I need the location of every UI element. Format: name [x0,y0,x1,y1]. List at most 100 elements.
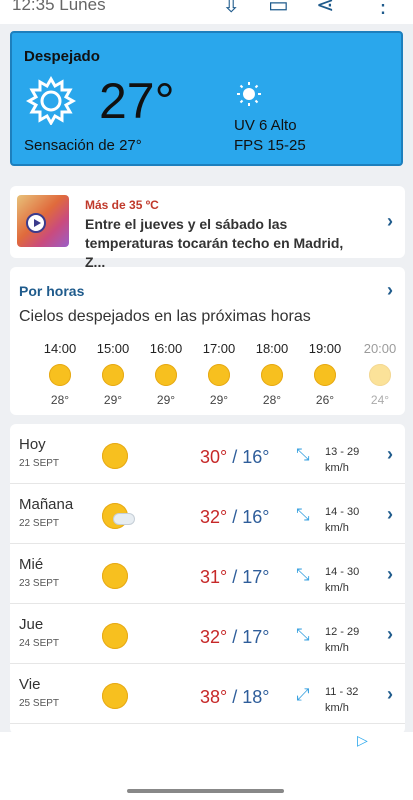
wind-speed: 14 - 30 km/h [325,566,360,594]
sun-icon [314,364,336,386]
hourly-title: Por horas [19,283,85,299]
fps-value: FPS 15-25 [234,137,306,154]
hour-time: 18:00 [255,341,289,356]
top-bar: 12:35 Lunes ⇩ ▭ ⋖ ⋮ [0,0,413,24]
sun-icon [102,563,128,589]
play-icon [26,213,46,233]
chevron-right-icon[interactable]: › [387,504,393,525]
hourly-strip[interactable]: 14:00 28° 15:00 29° 16:00 29° 17:00 29° … [10,341,405,413]
day-temps: 31° / 17° [200,567,270,587]
sun-icon [102,623,128,649]
sun-icon [102,683,128,709]
home-indicator[interactable] [127,789,284,793]
max-temp: 32° [200,627,228,647]
sun-icon [155,364,177,386]
news-tag: Más de 35 ºC [85,198,159,212]
min-temp: 16° [242,507,270,527]
sun-icon [208,364,230,386]
day-date: 22 SEPT [19,518,60,529]
hour-item: 14:00 28° [35,341,85,407]
wind-direction-icon: ⤢ [296,685,310,704]
day-name: Jue [19,616,44,633]
wind-direction-icon: ⤡ [296,625,310,644]
hour-time: 20:00 [363,341,397,356]
feels-like: Sensación de 27° [24,137,142,154]
current-conditions-card[interactable]: Despejado 27° Sensación de 27° UV 6 Alto… [10,31,403,166]
day-row[interactable]: Hoy 21 SEPT 30° / 16° ⤡ 13 - 29 km/h › [10,424,405,484]
status-time: 12:35 Lunes [12,0,106,14]
hour-item: 16:00 29° [141,341,191,407]
day-name: Mié [19,556,44,573]
day-temps: 32° / 16° [200,507,270,527]
day-temps: 30° / 16° [200,447,270,467]
hour-temp: 29° [209,393,229,407]
day-row[interactable]: Mié 23 SEPT 31° / 17° ⤡ 14 - 30 km/h › [10,544,405,604]
hour-time: 17:00 [202,341,236,356]
max-temp: 31° [200,567,228,587]
sun-icon [261,364,283,386]
hour-time: 16:00 [149,341,183,356]
news-thumbnail [17,195,69,247]
day-name: Mañana [19,496,74,513]
hour-item: 20:00 24° [355,341,405,407]
day-row[interactable]: Vie 25 SEPT 38° / 18° ⤢ 11 - 32 km/h › [10,664,405,724]
hourly-forecast-card[interactable]: Por horas › Cielos despejados en las pró… [10,267,405,415]
hourly-summary: Cielos despejados en las próximas horas [19,308,311,325]
cloud-icon [114,514,134,524]
more-icon[interactable]: ⋮ [372,0,394,18]
daily-forecast-card: Hoy 21 SEPT 30° / 16° ⤡ 13 - 29 km/h › Ma… [10,424,405,734]
sun-icon [49,364,71,386]
sun-icon [102,443,128,469]
wind-speed: 12 - 29 km/h [325,626,360,654]
min-temp: 17° [242,567,270,587]
hour-temp: 24° [370,393,390,407]
hour-time: 15:00 [96,341,130,356]
min-temp: 16° [242,447,270,467]
hour-temp: 29° [103,393,123,407]
hour-item: 18:00 28° [247,341,297,407]
current-temperature: 27° [99,73,175,129]
hour-item: 19:00 26° [300,341,350,407]
day-row[interactable]: Jue 24 SEPT 32° / 17° ⤡ 12 - 29 km/h › [10,604,405,664]
wind-speed: 14 - 30 km/h [325,506,360,534]
wind-direction-icon: ⤡ [296,505,310,524]
download-icon[interactable]: ⇩ [222,0,240,18]
day-name: Vie [19,676,41,693]
wind-speed: 11 - 32 km/h [325,686,359,714]
hour-temp: 28° [50,393,70,407]
max-temp: 32° [200,507,228,527]
sun-icon [369,364,391,386]
day-row[interactable]: Mañana 22 SEPT 32° / 16° ⤡ 14 - 30 km/h › [10,484,405,544]
day-name: Hoy [19,436,46,453]
ad-choices-icon[interactable]: ▷ [357,732,368,749]
news-headline: Entre el jueves y el sábado las temperat… [85,216,344,270]
comment-icon[interactable]: ▭ [268,0,289,18]
chevron-right-icon[interactable]: › [387,684,393,705]
day-date: 24 SEPT [19,638,60,649]
day-date: 25 SEPT [19,698,60,709]
share-icon[interactable]: ⋖ [316,0,334,18]
chevron-right-icon[interactable]: › [387,444,393,465]
hour-item: 17:00 29° [194,341,244,407]
uv-index: UV 6 Alto [234,117,297,134]
condition-label: Despejado [24,48,100,65]
chevron-right-icon[interactable]: › [387,280,393,301]
max-temp: 38° [200,687,228,707]
min-temp: 17° [242,627,270,647]
day-temps: 38° / 18° [200,687,270,707]
wind-direction-icon: ⤡ [296,565,310,584]
chevron-right-icon[interactable]: › [387,211,393,232]
hour-time: 19:00 [308,341,342,356]
news-card[interactable]: Más de 35 ºC Entre el jueves y el sábado… [10,186,405,270]
wind-speed: 13 - 29 km/h [325,446,360,474]
hour-temp: 28° [262,393,282,407]
hour-temp: 26° [315,393,335,407]
chevron-right-icon[interactable]: › [387,624,393,645]
hour-item: 15:00 29° [88,341,138,407]
day-temps: 32° / 17° [200,627,270,647]
hour-temp: 29° [156,393,176,407]
sun-icon [237,82,261,106]
wind-direction-icon: ⤡ [296,445,310,464]
chevron-right-icon[interactable]: › [387,564,393,585]
sun-icon [102,364,124,386]
